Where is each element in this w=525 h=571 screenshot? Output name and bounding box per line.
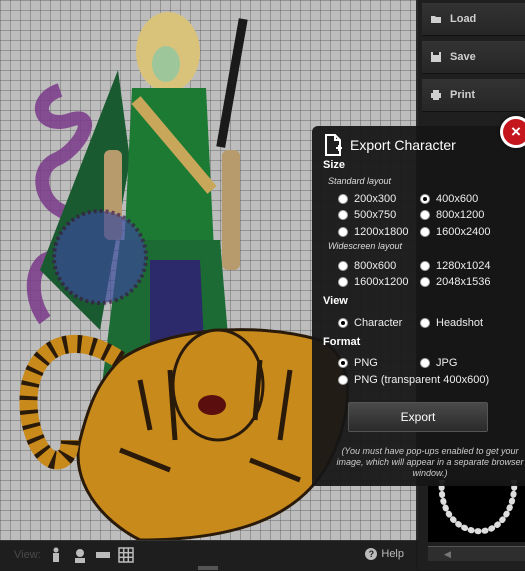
view-option-character[interactable]: Character	[338, 317, 402, 329]
canvas-scroll-handle[interactable]	[198, 566, 218, 570]
export-button[interactable]: Export	[348, 402, 488, 432]
export-document-icon	[325, 134, 342, 156]
thumbnail-scrollbar[interactable]: ◀	[428, 546, 525, 561]
widescreen-view-icon[interactable]	[95, 547, 111, 563]
format-option-jpg[interactable]: JPG	[420, 357, 457, 369]
size-option-2048x1536[interactable]: 2048x1536	[420, 276, 490, 288]
print-button[interactable]: Print	[422, 79, 525, 112]
radio-button-selected[interactable]	[338, 358, 348, 368]
dialog-title-text: Export Character	[350, 137, 456, 153]
radio-button[interactable]	[338, 210, 348, 220]
format-option-png-transparent[interactable]: PNG (transparent 400x600)	[338, 374, 489, 386]
size-option-500x750[interactable]: 500x750	[338, 209, 396, 221]
close-dialog-button[interactable]: ×	[500, 116, 525, 148]
size-option-1600x1200[interactable]: 1600x1200	[338, 276, 408, 288]
widescreen-layout-label: Widescreen layout	[328, 241, 402, 251]
view-option-headshot[interactable]: Headshot	[420, 317, 483, 329]
load-label: Load	[450, 13, 477, 25]
radio-button[interactable]	[420, 210, 430, 220]
load-button[interactable]: Load	[422, 3, 525, 36]
format-heading: Format	[323, 336, 361, 348]
export-character-dialog: Export Character Size Standard layout 20…	[312, 126, 525, 486]
necklace-thumbnail	[438, 477, 518, 535]
format-option-png[interactable]: PNG	[338, 357, 378, 369]
standard-layout-label: Standard layout	[328, 176, 392, 186]
popup-note: (You must have pop-ups enabled to get yo…	[336, 446, 524, 478]
size-option-200x300[interactable]: 200x300	[338, 193, 396, 205]
radio-button[interactable]	[338, 194, 348, 204]
radio-button[interactable]	[420, 227, 430, 237]
accessory-preview[interactable]	[428, 477, 525, 542]
view-heading: View	[323, 295, 348, 307]
printer-icon	[431, 90, 441, 100]
size-heading: Size	[323, 159, 346, 171]
radio-button[interactable]	[420, 261, 430, 271]
size-option-1600x2400[interactable]: 1600x2400	[420, 226, 490, 238]
radio-button-selected[interactable]	[338, 318, 348, 328]
radio-button-selected[interactable]	[420, 194, 430, 204]
scroll-left-icon[interactable]: ◀	[444, 549, 451, 560]
view-label: View:	[14, 549, 41, 561]
radio-button[interactable]	[338, 227, 348, 237]
radio-button[interactable]	[420, 277, 430, 287]
help-label: Help	[381, 548, 404, 560]
size-option-1280x1024[interactable]: 1280x1024	[420, 260, 490, 272]
save-label: Save	[450, 51, 476, 63]
full-body-view-icon[interactable]	[48, 547, 64, 563]
help-icon: ?	[365, 548, 378, 560]
size-option-800x600[interactable]: 800x600	[338, 260, 396, 272]
radio-button[interactable]	[420, 358, 430, 368]
folder-icon	[431, 16, 441, 23]
radio-button[interactable]	[420, 318, 430, 328]
print-label: Print	[450, 89, 476, 101]
size-option-800x1200[interactable]: 800x1200	[420, 209, 484, 221]
radio-button[interactable]	[338, 277, 348, 287]
floppy-disk-icon	[431, 52, 441, 62]
radio-button[interactable]	[338, 375, 348, 385]
close-icon: ×	[511, 122, 521, 141]
headshot-view-icon[interactable]	[72, 547, 88, 563]
size-option-400x600[interactable]: 400x600	[420, 193, 478, 205]
radio-button[interactable]	[338, 261, 348, 271]
size-option-1200x1800[interactable]: 1200x1800	[338, 226, 408, 238]
dialog-title: Export Character	[324, 134, 456, 156]
help-button[interactable]: ? Help	[365, 548, 404, 560]
grid-toggle-icon[interactable]	[118, 547, 134, 563]
save-button[interactable]: Save	[422, 41, 525, 74]
